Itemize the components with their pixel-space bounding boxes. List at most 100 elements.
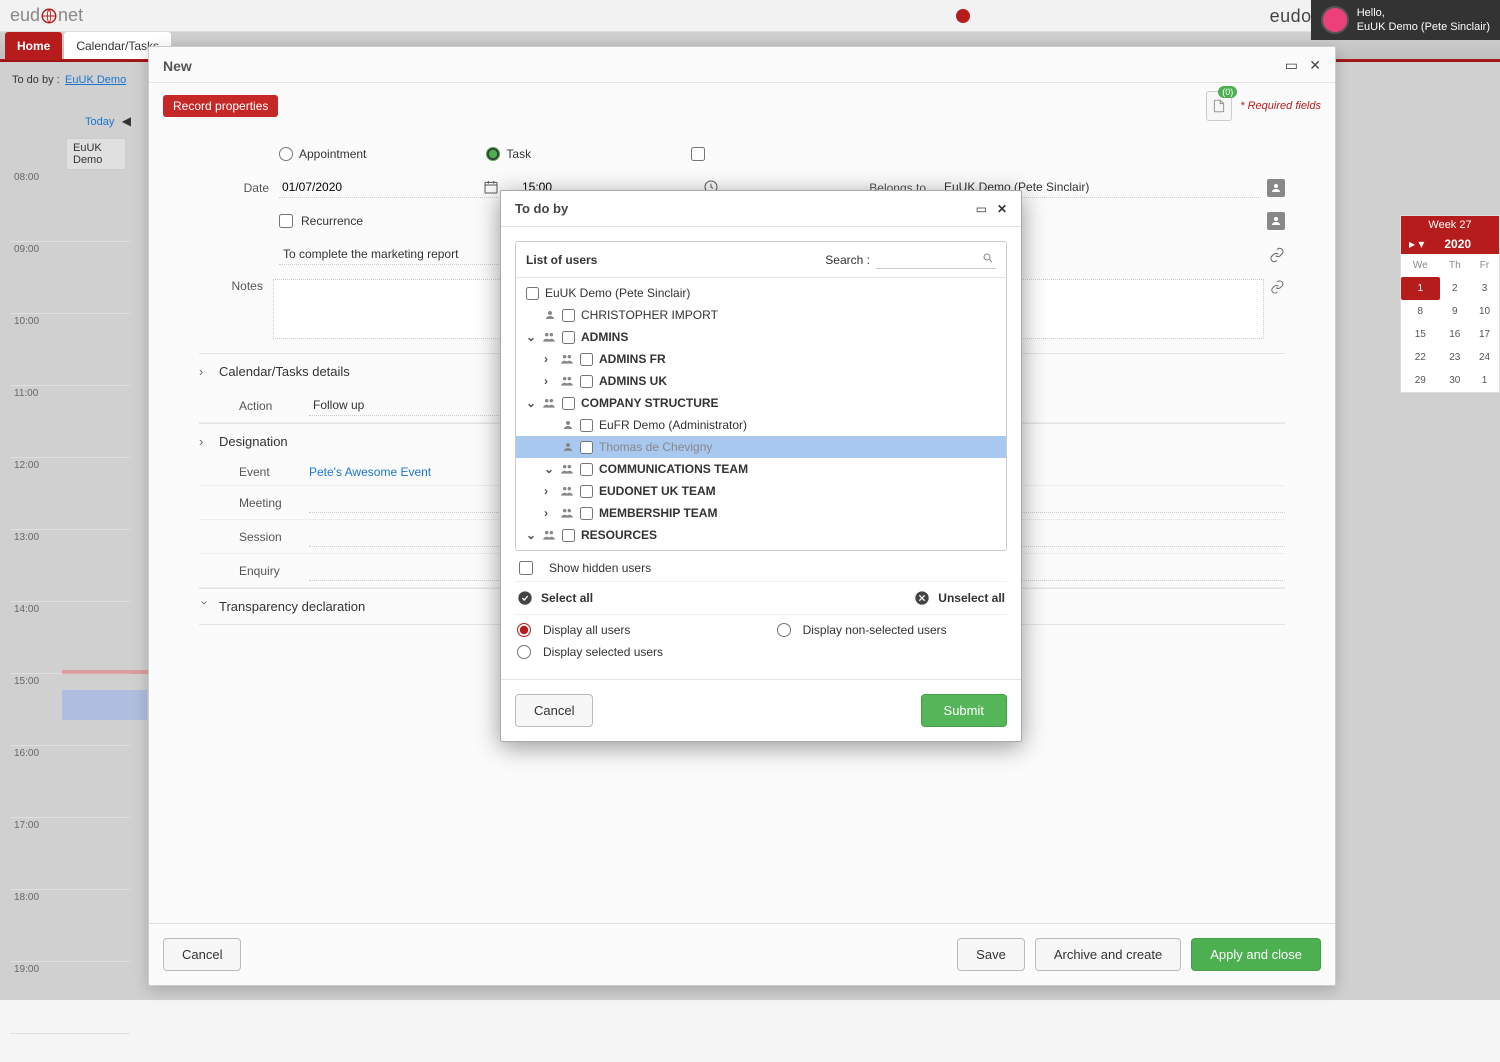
cancel-button[interactable]: Cancel xyxy=(163,938,241,971)
cal-day[interactable]: 30 xyxy=(1440,369,1470,392)
user-picker-icon[interactable] xyxy=(1267,212,1285,230)
chevron-down-icon[interactable]: ⌄ xyxy=(526,396,536,410)
tree-group-row[interactable]: › MEMBERSHIP TEAM xyxy=(516,502,1006,524)
tree-user-row-selected[interactable]: Thomas de Chevigny xyxy=(516,436,1006,458)
maximize-icon[interactable]: ▭ xyxy=(976,202,987,216)
day-owner-header: EuUK Demo xyxy=(66,138,126,170)
cal-day[interactable]: 22 xyxy=(1401,346,1440,369)
select-all-link[interactable]: Select all xyxy=(541,591,593,605)
search-icon[interactable] xyxy=(982,252,994,264)
logo-text-left: eud xyxy=(10,5,40,26)
search-input[interactable] xyxy=(876,250,996,269)
todoby-label: To do by : xyxy=(10,68,62,92)
time-slot: 08:00 xyxy=(10,170,130,242)
selected-slot[interactable] xyxy=(62,690,147,720)
inner-submit-button[interactable]: Submit xyxy=(921,694,1007,727)
unknown-checkbox[interactable] xyxy=(691,147,705,161)
chevron-right-icon[interactable]: › xyxy=(544,506,554,520)
radio-display-nonselected[interactable]: Display non-selected users xyxy=(777,623,997,637)
tree-group-row[interactable]: ⌄ COMPANY STRUCTURE xyxy=(516,392,1006,414)
archive-create-button[interactable]: Archive and create xyxy=(1035,938,1181,971)
check-circle-icon[interactable] xyxy=(517,590,533,606)
user-checkbox[interactable] xyxy=(580,441,593,454)
group-icon xyxy=(560,484,574,498)
cal-day[interactable]: 1 xyxy=(1401,277,1440,300)
apply-close-button[interactable]: Apply and close xyxy=(1191,938,1321,971)
inner-cancel-button[interactable]: Cancel xyxy=(515,694,593,727)
group-checkbox[interactable] xyxy=(580,353,593,366)
cal-day[interactable]: 8 xyxy=(1401,300,1440,323)
attachment-button[interactable]: (0) xyxy=(1206,91,1232,121)
time-slot: 17:00 xyxy=(10,818,130,890)
cal-day[interactable]: 29 xyxy=(1401,369,1440,392)
year-prev-icon[interactable]: ▸ ▾ xyxy=(1409,237,1424,251)
unselect-all-link[interactable]: Unselect all xyxy=(938,591,1005,605)
user-checkbox[interactable] xyxy=(580,419,593,432)
tree-group-row[interactable]: › EUDONET UK TEAM xyxy=(516,480,1006,502)
cal-day[interactable]: 1 xyxy=(1470,369,1499,392)
tree-group-row[interactable]: ⌄ RESOURCES xyxy=(516,524,1006,546)
cal-day[interactable]: 3 xyxy=(1470,277,1499,300)
group-checkbox[interactable] xyxy=(562,397,575,410)
group-icon xyxy=(560,462,574,476)
tree-group-row[interactable]: ⌄ COMMUNICATIONS TEAM xyxy=(516,458,1006,480)
recurrence-checkbox[interactable]: Recurrence xyxy=(279,214,363,228)
greeting-text: Hello, xyxy=(1357,6,1490,20)
chevron-right-icon[interactable]: › xyxy=(544,352,554,366)
cal-day[interactable]: 23 xyxy=(1440,346,1470,369)
cal-day[interactable]: 16 xyxy=(1440,323,1470,346)
user-picker-icon[interactable] xyxy=(1267,179,1285,197)
chevron-down-icon[interactable]: ⌄ xyxy=(544,462,554,476)
todoby-value[interactable]: EuUK Demo xyxy=(65,74,126,86)
show-hidden-users-checkbox[interactable]: Show hidden users xyxy=(515,551,1007,582)
radio-task[interactable]: Task xyxy=(486,147,531,161)
tree-group-row[interactable]: › ADMINS UK xyxy=(516,370,1006,392)
group-checkbox[interactable] xyxy=(562,529,575,542)
user-checkbox[interactable] xyxy=(562,309,575,322)
group-checkbox[interactable] xyxy=(580,375,593,388)
chevron-down-icon: › xyxy=(198,601,213,613)
date-input[interactable] xyxy=(279,177,483,197)
action-label: Action xyxy=(239,399,309,413)
tree-user-row[interactable]: CHRISTOPHER IMPORT xyxy=(516,304,1006,326)
today-link[interactable]: Today xyxy=(85,116,114,128)
cal-day[interactable]: 15 xyxy=(1401,323,1440,346)
radio-display-selected[interactable]: Display selected users xyxy=(517,645,737,659)
cal-day[interactable]: 17 xyxy=(1470,323,1499,346)
tree-user-row[interactable]: EuFR Demo (Administrator) xyxy=(516,414,1006,436)
calendar-icon[interactable] xyxy=(483,179,499,195)
nav-prev-icon[interactable]: ◀ xyxy=(122,114,131,128)
group-checkbox[interactable] xyxy=(580,485,593,498)
chevron-right-icon[interactable]: › xyxy=(544,484,554,498)
maximize-icon[interactable]: ▭ xyxy=(1285,57,1298,73)
close-icon[interactable]: ✕ xyxy=(997,202,1007,216)
user-checkbox[interactable] xyxy=(526,287,539,300)
tree-group-row[interactable]: ⌄ ADMINS xyxy=(516,326,1006,348)
record-properties-badge[interactable]: Record properties xyxy=(163,95,278,117)
group-checkbox[interactable] xyxy=(580,507,593,520)
date-field[interactable] xyxy=(279,177,499,198)
chevron-right-icon[interactable]: › xyxy=(544,374,554,388)
chevron-down-icon[interactable]: ⌄ xyxy=(526,330,536,344)
cal-day[interactable]: 9 xyxy=(1440,300,1470,323)
group-checkbox[interactable] xyxy=(562,331,575,344)
event-link[interactable]: Pete's Awesome Event xyxy=(309,465,431,479)
time-slot: 10:00 xyxy=(10,314,130,386)
close-icon[interactable]: ✕ xyxy=(1309,57,1321,73)
cal-day[interactable]: 24 xyxy=(1470,346,1499,369)
tab-home[interactable]: Home xyxy=(5,32,62,59)
radio-display-all[interactable]: Display all users xyxy=(517,623,737,637)
cal-day[interactable]: 10 xyxy=(1470,300,1499,323)
save-button[interactable]: Save xyxy=(957,938,1025,971)
user-tree[interactable]: EuUK Demo (Pete Sinclair) CHRISTOPHER IM… xyxy=(516,278,1006,550)
group-checkbox[interactable] xyxy=(580,463,593,476)
tree-user-row[interactable]: EuUK Demo (Pete Sinclair) xyxy=(516,282,1006,304)
link-icon[interactable] xyxy=(1270,279,1285,295)
tree-group-row[interactable]: › ADMINS FR xyxy=(516,348,1006,370)
user-panel[interactable]: Hello, EuUK Demo (Pete Sinclair) xyxy=(1311,0,1500,40)
x-circle-icon[interactable] xyxy=(914,590,930,606)
link-icon[interactable] xyxy=(1269,247,1285,263)
chevron-down-icon[interactable]: ⌄ xyxy=(526,528,536,542)
radio-appointment[interactable]: Appointment xyxy=(279,147,366,161)
cal-day[interactable]: 2 xyxy=(1440,277,1470,300)
